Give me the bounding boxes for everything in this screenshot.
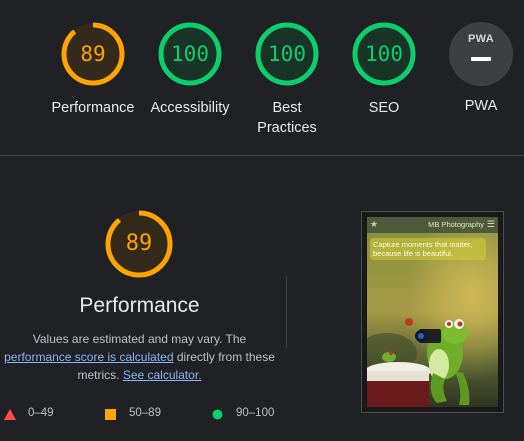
pass-circle-icon: [212, 409, 223, 420]
score-legend: 0–49 50–89 90–100: [0, 402, 300, 426]
star-icon: ★: [370, 219, 379, 229]
gauge-best-practices[interactable]: 100 Best Practices: [232, 20, 342, 138]
screenshot-navbar: ★ MB Photography ☰: [367, 217, 498, 233]
performance-gauge: 89: [103, 208, 175, 280]
gauge-ring: 100: [156, 20, 224, 88]
final-screenshot[interactable]: ★ MB Photography ☰ Capture moments that …: [361, 211, 504, 413]
lighthouse-report: 89 Performance 100 Accessibility 100 Bes…: [0, 0, 524, 441]
screenshot-site-title: MB Photography: [428, 220, 484, 229]
gauge-score: 100: [365, 42, 403, 66]
gauge-pwa[interactable]: PWA PWA: [426, 20, 524, 116]
gauge-label: Best Practices: [257, 100, 317, 136]
gauge-ring: 100: [253, 20, 321, 88]
vertical-divider: [286, 276, 287, 348]
legend-fail-text: 0–49: [28, 407, 54, 419]
scores-summary: 89 Performance 100 Accessibility 100 Bes…: [0, 0, 524, 156]
gauge-performance[interactable]: 89 Performance: [38, 20, 148, 118]
hamburger-icon: ☰: [486, 219, 495, 229]
gauge-ring: 100: [350, 20, 418, 88]
pwa-badge-text: PWA: [468, 33, 494, 45]
performance-description: Values are estimated and may vary. The p…: [0, 330, 279, 384]
screenshot-caption: Capture moments that matter, because lif…: [370, 238, 486, 260]
screenshot-page: ★ MB Photography ☰ Capture moments that …: [367, 217, 498, 407]
gauge-label: Performance: [51, 100, 135, 116]
fail-triangle-icon: [4, 409, 16, 420]
see-calculator-link[interactable]: See calculator.: [123, 368, 202, 382]
pwa-badge-icon: PWA: [449, 22, 513, 86]
score-calculated-link[interactable]: performance score is calculated: [4, 350, 173, 364]
gauge-accessibility[interactable]: 100 Accessibility: [135, 20, 245, 118]
gauge-ring: 89: [59, 20, 127, 88]
section-divider: [0, 155, 524, 156]
desc-prefix2: metrics.: [77, 368, 120, 382]
desc-line1: Values are estimated and may vary. The: [32, 332, 247, 346]
performance-title: Performance: [79, 294, 200, 317]
average-square-icon: [105, 409, 116, 420]
pwa-dash-icon: [471, 57, 491, 61]
gauge-score: 100: [268, 42, 306, 66]
gauge-label: SEO: [368, 100, 400, 116]
desc-mid: directly from these: [176, 350, 275, 364]
legend-pass-text: 90–100: [236, 407, 275, 419]
gauge-label: Accessibility: [150, 100, 230, 116]
gauge-label: PWA: [464, 98, 498, 114]
performance-score: 89: [125, 231, 153, 256]
gauge-seo[interactable]: 100 SEO: [329, 20, 439, 118]
gauge-score: 89: [80, 42, 106, 66]
legend-average-text: 50–89: [129, 407, 161, 419]
gauge-score: 100: [171, 42, 209, 66]
